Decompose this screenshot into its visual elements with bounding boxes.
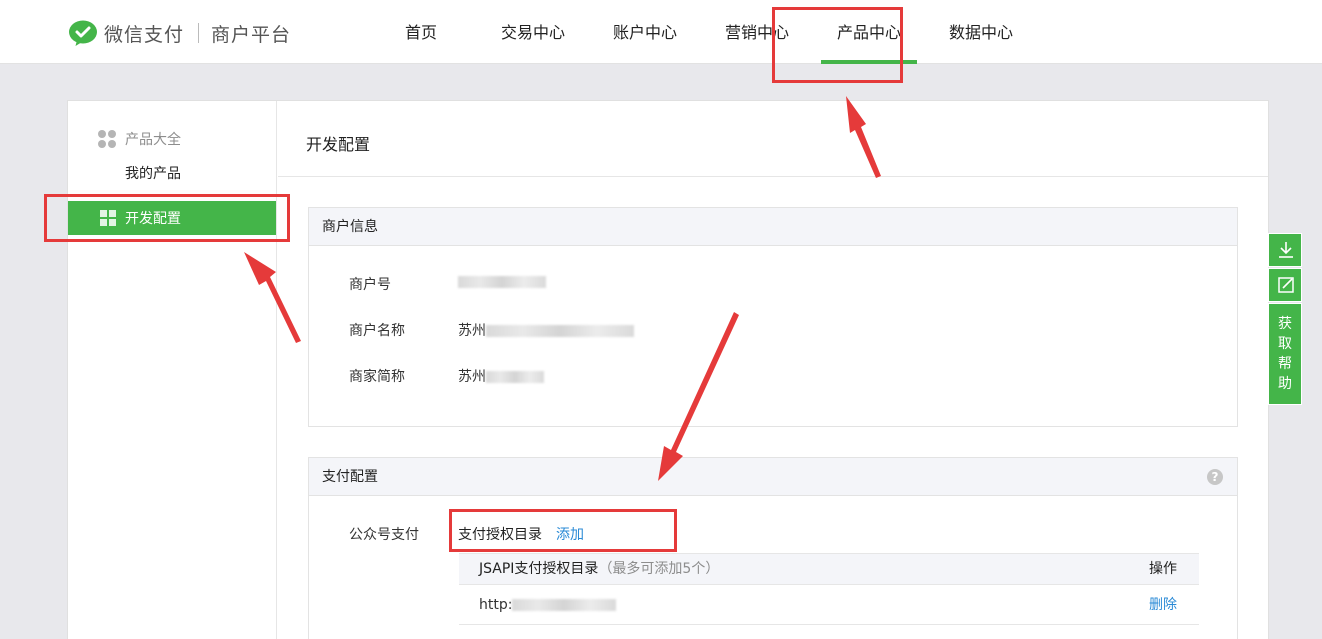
directory-url: http: (479, 597, 617, 613)
edit-icon (1278, 277, 1294, 293)
table-note: （最多可添加5个） (598, 561, 720, 577)
nav-marketing[interactable]: 营销中心 (701, 0, 813, 64)
grid-icon (100, 210, 116, 226)
sidebar-item-dev-config[interactable]: 开发配置 (68, 201, 276, 235)
merchant-info-heading: 商户信息 (309, 208, 1237, 246)
payment-config-panel: 支付配置 ? 公众号支付 支付授权目录 添加 JSAPI支付授权目录（最多可添加… (308, 457, 1238, 639)
brand-name: 微信支付 (104, 23, 185, 46)
operation-header: 操作 (1149, 561, 1177, 577)
merchant-name-label: 商户名称 (349, 323, 405, 339)
table-row: http: 删除 (459, 585, 1199, 625)
merchant-name-value: 苏州 (458, 320, 634, 340)
help-char: 获 (1278, 316, 1292, 332)
sidebar-group-label: 产品大全 (125, 132, 181, 148)
payment-config-body: 公众号支付 支付授权目录 添加 JSAPI支付授权目录（最多可添加5个） 操作 … (309, 496, 1237, 639)
merchant-id-label: 商户号 (349, 277, 391, 293)
merchant-short-name-value: 苏州 (458, 366, 544, 386)
delete-link[interactable]: 删除 (1149, 585, 1177, 625)
download-icon (1279, 242, 1293, 258)
dots-grid-icon (98, 130, 116, 148)
nav-transactions[interactable]: 交易中心 (477, 0, 589, 64)
redacted-value (486, 325, 634, 337)
logo-divider (198, 23, 200, 43)
sidebar: 产品大全 我的产品 开发配置 (68, 101, 277, 639)
content-area: 开发配置 商户信息 商户号 商户名称 苏州 商家简称 苏州 支付配置 ? 公众号… (278, 101, 1268, 639)
merchant-short-name-label: 商家简称 (349, 369, 405, 385)
help-char: 帮 (1278, 356, 1292, 372)
sidebar-group-all-products[interactable]: 产品大全 (98, 129, 181, 149)
redacted-value (512, 599, 617, 611)
redacted-value (458, 276, 546, 288)
jsapi-directory-table: JSAPI支付授权目录（最多可添加5个） 操作 http: 删除 (459, 553, 1199, 625)
nav-home[interactable]: 首页 (365, 0, 477, 64)
logo[interactable]: 微信支付 商户平台 (68, 18, 291, 48)
platform-name: 商户平台 (211, 23, 292, 46)
nav-account[interactable]: 账户中心 (589, 0, 701, 64)
wechat-logo-icon (68, 19, 98, 47)
top-header: 微信支付 商户平台 首页 交易中心 账户中心 营销中心 产品中心 数据中心 (0, 0, 1322, 64)
official-account-pay-label: 公众号支付 (349, 527, 419, 543)
sidebar-item-my-products[interactable]: 我的产品 (125, 163, 181, 183)
nav-data[interactable]: 数据中心 (925, 0, 1037, 64)
main-nav: 首页 交易中心 账户中心 营销中心 产品中心 数据中心 (365, 0, 1037, 64)
payment-config-heading: 支付配置 ? (309, 458, 1237, 496)
feedback-tool-button[interactable] (1268, 268, 1302, 302)
redacted-value (486, 371, 544, 383)
title-divider (278, 176, 1268, 177)
merchant-id-value (458, 274, 546, 290)
auth-directory-label: 支付授权目录 (458, 527, 542, 543)
help-char: 助 (1278, 376, 1292, 392)
help-icon[interactable]: ? (1207, 469, 1223, 485)
help-char: 取 (1278, 336, 1292, 352)
sidebar-item-label: 开发配置 (125, 211, 181, 227)
add-link[interactable]: 添加 (556, 524, 584, 544)
table-header: JSAPI支付授权目录（最多可添加5个） 操作 (459, 553, 1199, 585)
download-tool-button[interactable] (1268, 233, 1302, 267)
nav-products[interactable]: 产品中心 (813, 0, 925, 64)
table-title: JSAPI支付授权目录 (479, 561, 599, 577)
get-help-button[interactable]: 获 取 帮 助 (1268, 303, 1302, 405)
main-card: 产品大全 我的产品 开发配置 开发配置 商户信息 商户号 商户名称 苏州 商家简… (67, 100, 1269, 639)
page-title: 开发配置 (306, 135, 371, 154)
merchant-info-panel: 商户信息 商户号 商户名称 苏州 商家简称 苏州 (308, 207, 1238, 427)
